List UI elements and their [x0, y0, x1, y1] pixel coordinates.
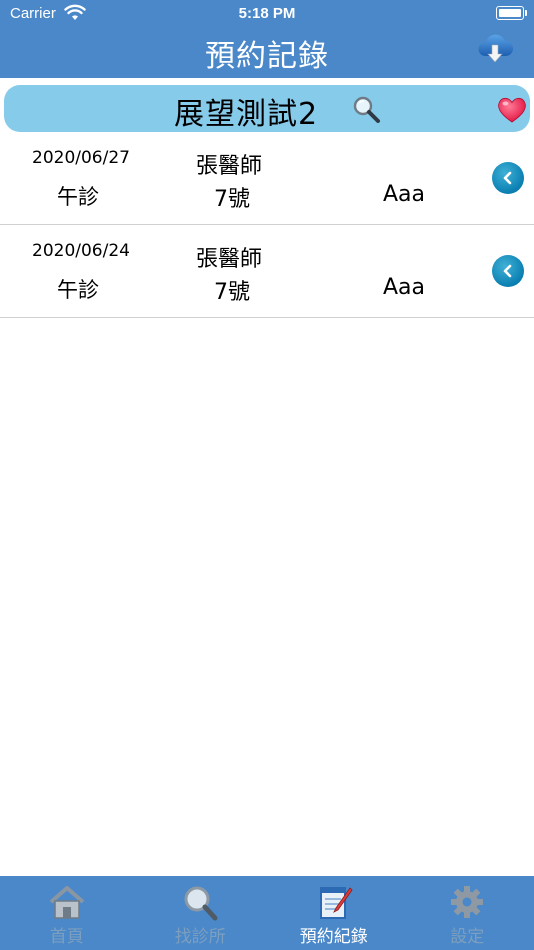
- home-icon: [49, 886, 85, 919]
- tab-home[interactable]: 首頁: [0, 876, 134, 950]
- gear-icon: [451, 886, 484, 918]
- clinic-banner: 展望測試2: [4, 85, 530, 132]
- doctor-name: 張醫師: [196, 154, 263, 179]
- tab-bar: 首頁 找診所 預約紀錄 設定: [0, 876, 534, 950]
- tab-label: 找診所: [174, 927, 226, 947]
- appointment-date: 2020/06/24: [32, 241, 130, 261]
- tab-find-clinic[interactable]: 找診所: [134, 876, 268, 950]
- session-label: 午診: [57, 278, 99, 302]
- session-label: 午診: [57, 185, 99, 209]
- patient-name: Aaa: [383, 182, 426, 207]
- cloud-download-icon[interactable]: [476, 32, 514, 66]
- tab-label: 首頁: [49, 927, 84, 947]
- status-bar: Carrier 5:18 PM: [0, 0, 534, 28]
- chevron-left-icon: [503, 264, 512, 278]
- detail-button[interactable]: [492, 162, 524, 194]
- status-time: 5:18 PM: [238, 5, 296, 22]
- queue-number: 7號: [214, 280, 250, 305]
- patient-name: Aaa: [383, 275, 426, 300]
- appointment-list: 2020/06/27 張醫師 午診 7號 Aaa 2020/06/24 張醫師 …: [0, 132, 534, 318]
- notepad-icon: [319, 887, 353, 919]
- chevron-left-icon: [503, 171, 512, 185]
- appointment-date: 2020/06/27: [32, 148, 130, 168]
- navigation-header: Carrier 5:18 PM 預約記錄: [0, 0, 534, 78]
- page-title: 預約記錄: [205, 39, 329, 74]
- appointment-row[interactable]: 2020/06/24 張醫師 午診 7號 Aaa: [0, 225, 534, 318]
- heart-icon[interactable]: [496, 94, 528, 124]
- tab-settings[interactable]: 設定: [401, 876, 534, 950]
- clinic-name: 展望測試2: [174, 97, 319, 132]
- magnifier-icon: [184, 886, 218, 921]
- detail-button[interactable]: [492, 255, 524, 287]
- tab-appointment-records[interactable]: 預約紀錄: [267, 876, 401, 950]
- doctor-name: 張醫師: [196, 247, 263, 272]
- queue-number: 7號: [214, 187, 250, 212]
- battery-icon: [496, 6, 527, 20]
- tab-label: 預約紀錄: [299, 927, 368, 947]
- tab-label: 設定: [450, 927, 485, 947]
- appointment-row[interactable]: 2020/06/27 張醫師 午診 7號 Aaa: [0, 132, 534, 225]
- search-icon[interactable]: [351, 94, 383, 126]
